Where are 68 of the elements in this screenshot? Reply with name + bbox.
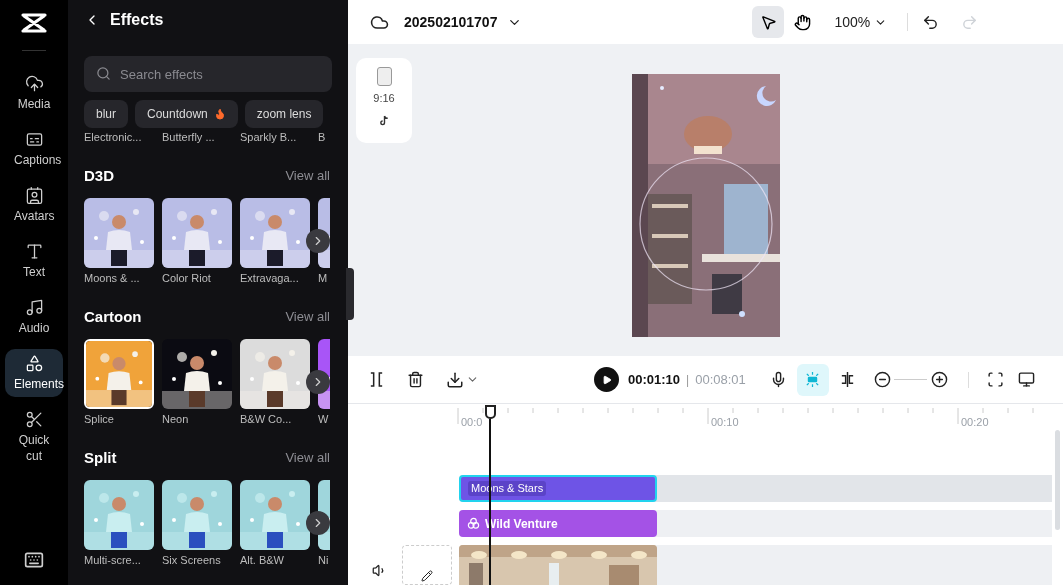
effect-tile[interactable]: Extravaga... bbox=[240, 198, 310, 285]
logo-icon bbox=[21, 13, 47, 33]
nav-item[interactable]: Audio bbox=[5, 293, 63, 341]
section-title: D3D bbox=[84, 165, 114, 186]
ratio-label: 9:16 bbox=[373, 91, 395, 106]
keyboard-icon[interactable] bbox=[24, 550, 44, 570]
project-title[interactable]: 202502101707 bbox=[404, 11, 498, 33]
tiktok-icon bbox=[378, 114, 390, 126]
effect-tile[interactable]: Neon bbox=[162, 339, 232, 426]
effect-label: B bbox=[318, 130, 327, 144]
nav-item[interactable]: Media bbox=[5, 69, 63, 117]
time-separator: | bbox=[686, 371, 690, 389]
total-time: 00:08:01 bbox=[695, 370, 746, 389]
effect-label: Electronic... bbox=[84, 130, 143, 144]
section-title: Cartoon bbox=[84, 306, 142, 327]
nav-item[interactable]: Avatars bbox=[5, 181, 63, 229]
portrait-icon bbox=[376, 67, 392, 86]
scissors-icon bbox=[24, 410, 44, 429]
search-icon bbox=[96, 66, 111, 81]
view-all-link[interactable]: View all bbox=[285, 166, 330, 186]
contact-icon bbox=[24, 186, 44, 205]
filter-icon bbox=[467, 517, 480, 530]
collapse-handle[interactable] bbox=[346, 268, 354, 320]
effect-label: Butterfly ... bbox=[162, 130, 216, 144]
filter-chip[interactable]: blur bbox=[84, 100, 128, 128]
select-tool-button[interactable] bbox=[752, 6, 785, 38]
hand-icon bbox=[793, 13, 811, 31]
view-all-link[interactable]: View all bbox=[285, 448, 330, 468]
ruler-label: 00:0 bbox=[461, 415, 483, 430]
play-button[interactable] bbox=[594, 367, 619, 392]
undo-icon[interactable] bbox=[922, 13, 940, 31]
monitor-icon[interactable] bbox=[1017, 371, 1035, 388]
pencil-icon bbox=[421, 570, 433, 582]
delete-icon[interactable] bbox=[407, 371, 424, 388]
nav-item[interactable]: Elements bbox=[5, 349, 63, 397]
effect-tile[interactable]: Moons & ... bbox=[84, 198, 154, 285]
music-icon bbox=[24, 298, 44, 317]
filter-chip[interactable]: Countdown bbox=[135, 100, 238, 128]
section-title: Split bbox=[84, 447, 117, 468]
fullscreen-icon[interactable] bbox=[986, 371, 1004, 388]
effect-tile[interactable]: Six Screens bbox=[162, 480, 232, 567]
effect-tile[interactable]: B&W Co... bbox=[240, 339, 310, 426]
ratio-card[interactable]: 9:16 bbox=[356, 58, 412, 143]
filter-chip[interactable]: zoom lens bbox=[244, 100, 324, 128]
zoom-out-icon[interactable] bbox=[873, 371, 891, 388]
split-icon[interactable] bbox=[368, 371, 385, 388]
ruler-label: 00:10 bbox=[711, 415, 739, 430]
nav-item[interactable]: Text bbox=[5, 237, 63, 285]
ruler-label: 00:20 bbox=[961, 415, 989, 430]
zoom-dropdown[interactable]: 100% bbox=[834, 11, 888, 33]
download-icon[interactable] bbox=[446, 370, 464, 389]
zoom-in-icon[interactable] bbox=[930, 371, 948, 388]
cloud-upload-icon bbox=[24, 74, 44, 93]
shapes-icon bbox=[24, 354, 44, 373]
panel-title: Effects bbox=[110, 10, 164, 30]
effect-tile[interactable]: Color Riot bbox=[162, 198, 232, 285]
nav-item[interactable]: Captions bbox=[5, 125, 63, 173]
search-field[interactable]: Search effects bbox=[84, 56, 332, 92]
pointer-icon bbox=[759, 13, 777, 31]
view-all-link[interactable]: View all bbox=[285, 307, 330, 327]
nav-item[interactable]: Quick cut bbox=[5, 405, 63, 469]
current-time: 00:01:10 bbox=[628, 370, 681, 389]
captions-icon bbox=[24, 130, 44, 149]
effect-tile[interactable]: Alt. B&W bbox=[240, 480, 310, 567]
flame-icon bbox=[213, 108, 226, 120]
effect-label: Sparkly B... bbox=[240, 130, 298, 144]
play-icon bbox=[601, 374, 612, 385]
effect-tile[interactable]: Multi-scre... bbox=[84, 480, 154, 567]
